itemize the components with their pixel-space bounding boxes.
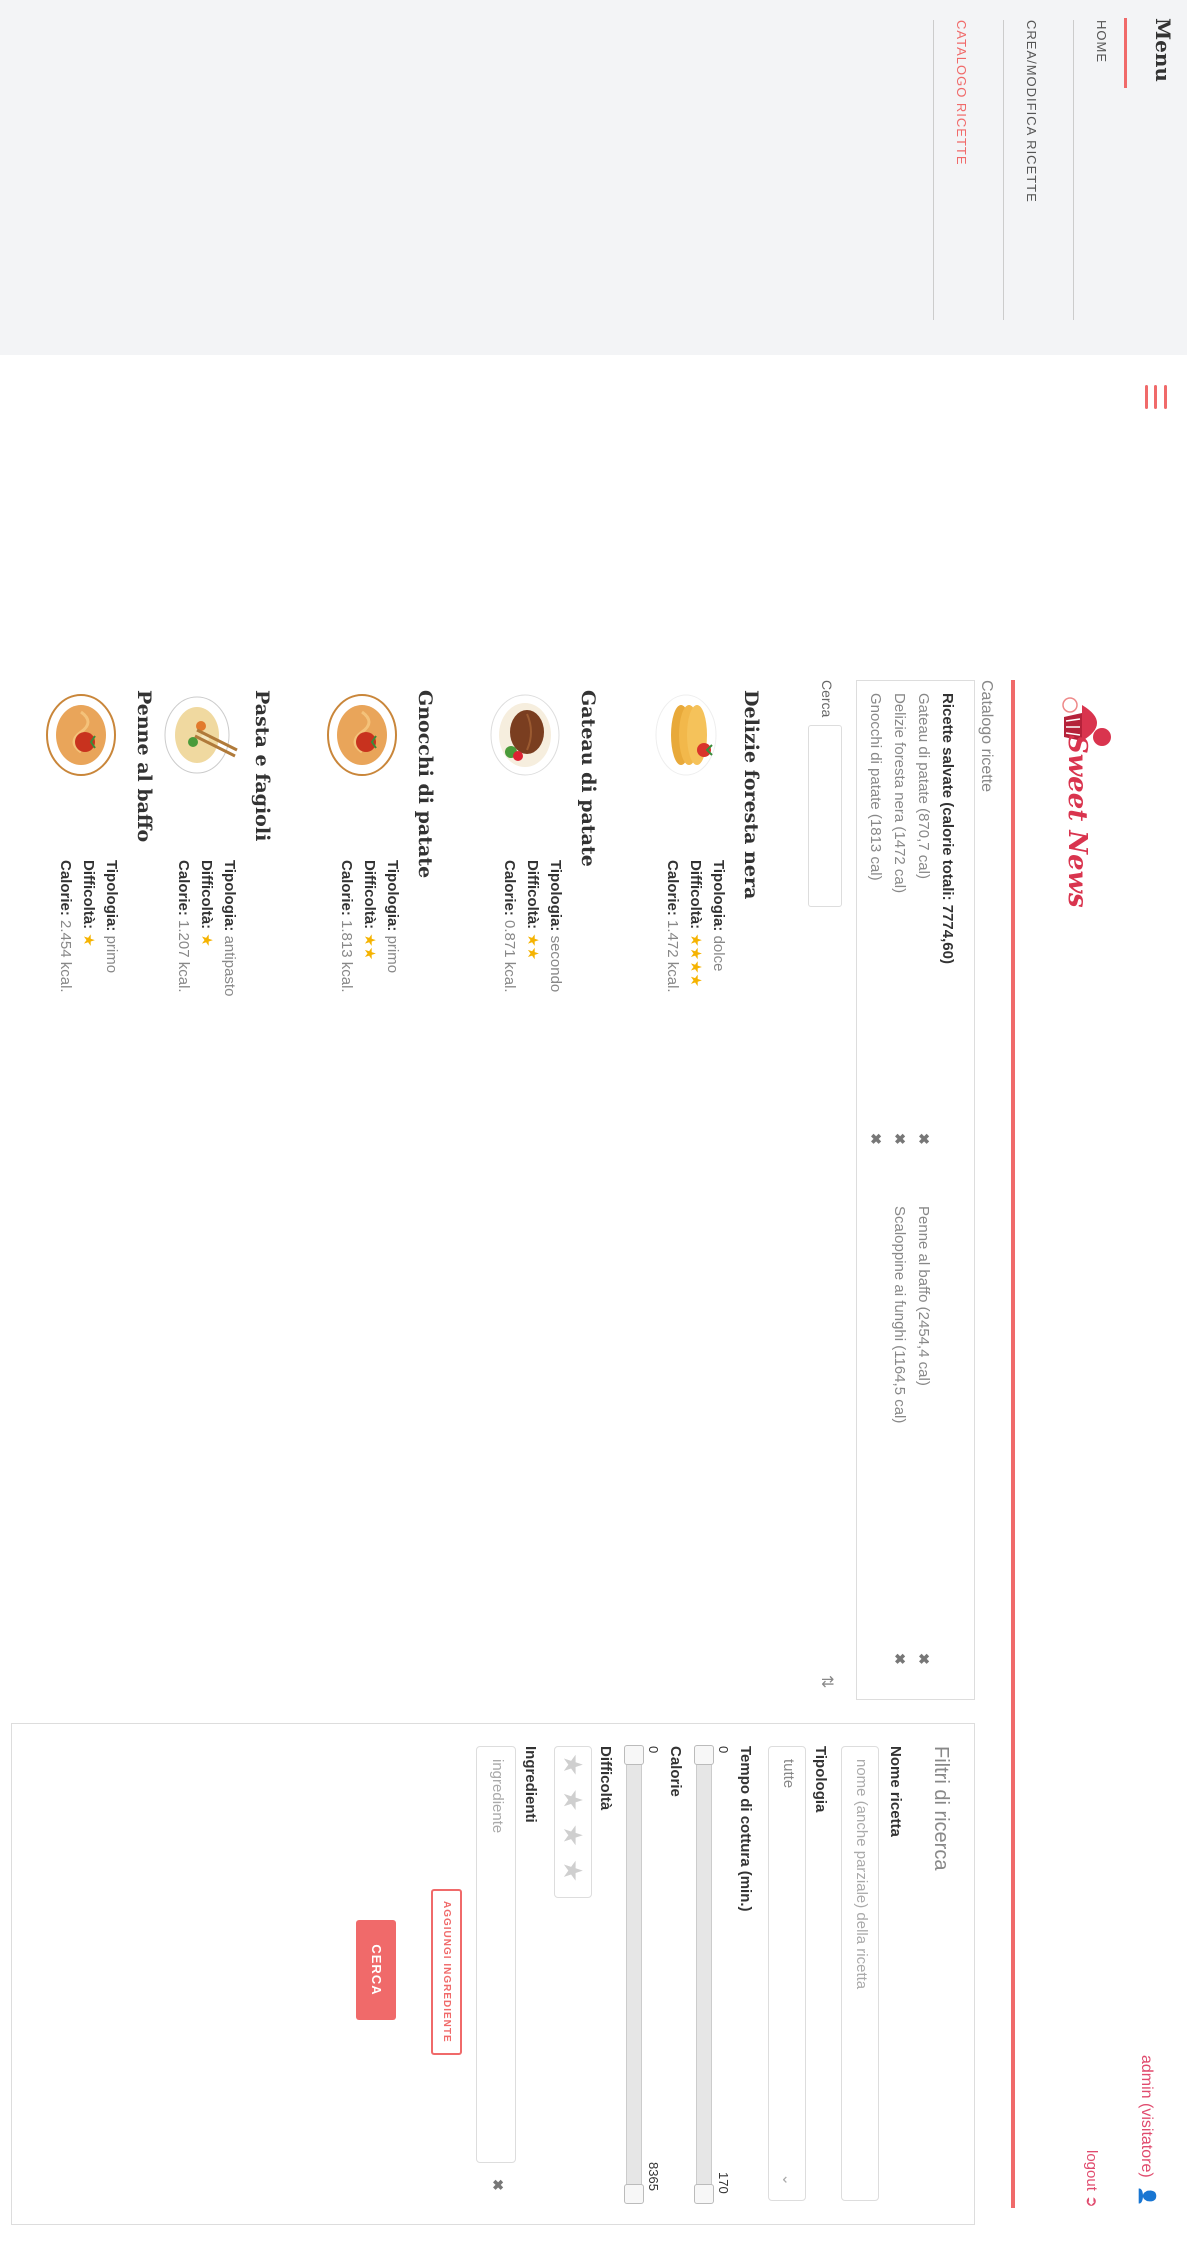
slider-handle-max[interactable]	[624, 2184, 644, 2204]
user-icon: 👤	[1138, 2186, 1155, 2207]
saved-item[interactable]: Penne al baffo (2454,4 cal)	[915, 1206, 932, 1386]
add-ingredient-button[interactable]: AGGIUNGI INGREDIENTE	[431, 1889, 462, 2055]
recipe-info: Tipologia: primo Difficoltà: ★★ Calorie:…	[338, 860, 401, 993]
recipe-card[interactable]: Penne al baffo Tipologia: primo Difficol…	[10, 690, 155, 1030]
saved-item[interactable]: Scaloppine ai funghi (1164,5 cal)	[891, 1206, 908, 1423]
recipe-calories: 1.207 kcal.	[175, 920, 192, 993]
logout-icon: ➲	[1083, 2195, 1100, 2208]
calories-slider[interactable]	[624, 1745, 644, 2204]
remove-saved-button[interactable]: ✖	[915, 1653, 932, 1665]
recipe-name-input[interactable]: nome (anche parziale) della ricetta	[841, 1746, 879, 2201]
steak-icon[interactable]	[483, 690, 573, 780]
cooking-time-max: 170	[716, 2172, 731, 2194]
menu-item-home[interactable]: HOME	[1094, 20, 1109, 63]
recipe-name[interactable]: Penne al baffo	[133, 690, 155, 842]
pancake-icon[interactable]	[646, 690, 736, 780]
recipe-calories: 0.871 kcal.	[501, 920, 518, 993]
remove-saved-button[interactable]: ✖	[891, 1133, 908, 1145]
menu-item-crea-modifica[interactable]: CREA/MODIFICA RICETTE	[1024, 20, 1039, 203]
recipe-info: Tipologia: dolce Difficoltà: ★★★★ Calori…	[664, 860, 727, 993]
side-menu: Menu HOME CREA/MODIFICA RICETTE CATALOGO…	[0, 0, 1187, 355]
recipe-calories: 1.813 kcal.	[338, 920, 355, 993]
remove-saved-button[interactable]: ✖	[915, 1133, 932, 1145]
search-label: Cerca	[819, 680, 835, 718]
hamburger-menu-icon[interactable]	[1145, 385, 1167, 409]
search-button[interactable]: CERCA	[356, 1920, 396, 2020]
recipe-name[interactable]: Gnocchi di patate	[414, 690, 436, 878]
star-icon[interactable]: ★	[558, 1859, 588, 1882]
ingredients-label: Ingredienti	[522, 1746, 539, 1823]
remove-saved-button[interactable]: ✖	[867, 1133, 884, 1145]
pasta-icon[interactable]	[39, 690, 129, 780]
recipe-type: secondo	[547, 935, 564, 993]
recipe-info: Tipologia: antipasto Difficoltà: ★ Calor…	[175, 860, 238, 997]
calories-min: 0	[646, 1746, 661, 1754]
saved-item[interactable]: Delizie foresta nera (1472 cal)	[891, 693, 908, 893]
sort-icon[interactable]: ⇅	[817, 1675, 837, 1688]
filter-panel: Filtri di ricerca Nome ricetta nome (anc…	[11, 1723, 975, 2225]
recipe-name-label: Nome ricetta	[887, 1746, 904, 1837]
soup-icon[interactable]	[157, 690, 247, 780]
recipe-name[interactable]: Pasta e fagioli	[251, 690, 273, 841]
recipe-type: dolce	[710, 935, 727, 972]
type-label: Tipologia	[812, 1746, 829, 1813]
slider-handle-max[interactable]	[694, 2184, 714, 2204]
remove-ingredient-button[interactable]: ✖	[489, 2179, 506, 2191]
user-name[interactable]: admin (visitatore)	[1138, 2055, 1155, 2178]
recipe-info: Tipologia: primo Difficoltà: ★ Calorie: …	[57, 860, 120, 993]
filter-title: Filtri di ricerca	[930, 1746, 952, 1871]
star-icon[interactable]: ★	[558, 1753, 588, 1776]
difficulty-stars: ★★★★	[687, 933, 704, 988]
recipe-name[interactable]: Delizie foresta nera	[740, 690, 762, 899]
saved-recipes-panel: Ricette salvate (calorie totali: 7774,60…	[856, 680, 975, 1700]
menu-divider	[933, 20, 934, 320]
difficulty-label: Difficoltà	[597, 1746, 614, 1811]
cooking-time-slider[interactable]	[694, 1745, 714, 2204]
recipe-calories: 2.454 kcal.	[57, 920, 74, 993]
recipe-type: primo	[384, 935, 401, 974]
recipe-card[interactable]: Gateau di patate Tipologia: secondo Diff…	[454, 690, 599, 1030]
calories-max: 8365	[646, 2162, 661, 2191]
chevron-down-icon: ⌄	[779, 2173, 796, 2186]
star-icon[interactable]: ★	[558, 1824, 588, 1847]
recipe-card[interactable]: Gnocchi di patate Tipologia: primo Diffi…	[291, 690, 436, 1030]
menu-item-catalogo[interactable]: CATALOGO RICETTE	[954, 20, 969, 166]
logout-link[interactable]: logout ➲	[1083, 2150, 1101, 2208]
menu-divider	[1073, 20, 1074, 320]
cooking-time-min: 0	[716, 1746, 731, 1754]
recipe-name[interactable]: Gateau di patate	[577, 690, 599, 867]
difficulty-stars: ★	[198, 933, 215, 947]
recipe-type: antipasto	[221, 935, 238, 997]
difficulty-stars: ★	[80, 933, 97, 947]
menu-title: Menu	[1151, 18, 1175, 82]
recipe-calories: 1.472 kcal.	[664, 920, 681, 993]
calories-label: Calorie	[667, 1746, 684, 1797]
slider-handle-min[interactable]	[694, 1745, 714, 1765]
pasta-icon[interactable]	[320, 690, 410, 780]
recipe-type: primo	[103, 935, 120, 974]
recipe-info: Tipologia: secondo Difficoltà: ★★ Calori…	[501, 860, 564, 993]
breadcrumb: Catalogo ricette	[978, 680, 995, 793]
difficulty-stars: ★★	[361, 933, 378, 961]
difficulty-stars: ★★	[524, 933, 541, 961]
cooking-time-label: Tempo di cottura (min.)	[737, 1746, 754, 1912]
star-icon[interactable]: ★	[558, 1788, 588, 1811]
logo-text: Sweet News	[1062, 735, 1092, 908]
saved-item[interactable]: Gnocchi di patate (1813 cal)	[867, 693, 884, 881]
user-area: admin (visitatore) 👤 logout ➲	[1083, 2055, 1157, 2208]
menu-title-underline	[1124, 18, 1127, 88]
saved-recipes-title: Ricette salvate (calorie totali: 7774,60…	[939, 693, 956, 964]
remove-saved-button[interactable]: ✖	[891, 1653, 908, 1665]
ingredient-input[interactable]: ingrediente	[476, 1746, 516, 2163]
search-input[interactable]	[808, 725, 842, 907]
saved-item[interactable]: Gateau di patate (870,7 cal)	[915, 693, 932, 879]
type-select[interactable]: tutte ⌄	[768, 1746, 806, 2201]
slider-handle-min[interactable]	[624, 1745, 644, 1765]
difficulty-rating[interactable]: ★ ★ ★ ★	[554, 1746, 592, 1898]
header-divider	[1011, 680, 1015, 2208]
recipe-card[interactable]: Delizie foresta nera Tipologia: dolce Di…	[617, 690, 762, 1030]
menu-divider	[1003, 20, 1004, 320]
